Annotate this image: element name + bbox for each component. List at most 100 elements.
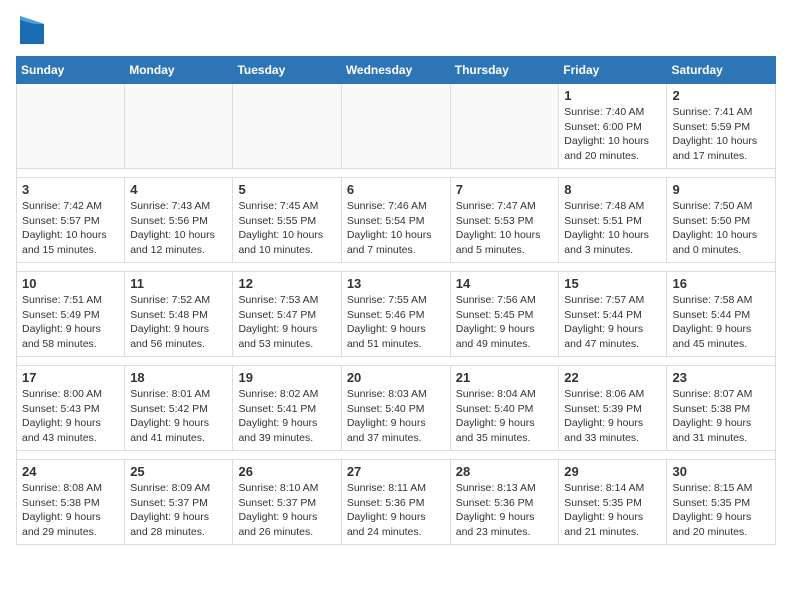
cell-4-5: 29 Sunrise: 8:14 AM Sunset: 5:35 PM Dayli… bbox=[559, 460, 667, 545]
day-info-27: Sunrise: 8:11 AM Sunset: 5:36 PM Dayligh… bbox=[347, 481, 445, 540]
week-row-0: 1 Sunrise: 7:40 AM Sunset: 6:00 PM Daylig… bbox=[17, 84, 776, 169]
day-number-5: 5 bbox=[238, 182, 335, 197]
spacer-cell bbox=[17, 263, 776, 272]
cell-0-5: 1 Sunrise: 7:40 AM Sunset: 6:00 PM Daylig… bbox=[559, 84, 667, 169]
cell-3-2: 19Sunrise: 8:02 AM Sunset: 5:41 PM Dayli… bbox=[233, 366, 341, 451]
cell-1-3: 6 Sunrise: 7:46 AM Sunset: 5:54 PM Daylig… bbox=[341, 178, 450, 263]
cell-4-1: 25Sunrise: 8:09 AM Sunset: 5:37 PM Dayli… bbox=[125, 460, 233, 545]
day-info-10: Sunrise: 7:51 AM Sunset: 5:49 PM Dayligh… bbox=[22, 293, 119, 352]
day-number-7: 7 bbox=[456, 182, 554, 197]
day-number-8: 8 bbox=[564, 182, 661, 197]
col-monday: Monday bbox=[125, 57, 233, 84]
cell-1-0: 3 Sunrise: 7:42 AM Sunset: 5:57 PM Daylig… bbox=[17, 178, 125, 263]
cell-2-5: 15Sunrise: 7:57 AM Sunset: 5:44 PM Dayli… bbox=[559, 272, 667, 357]
col-thursday: Thursday bbox=[450, 57, 559, 84]
cell-2-4: 14 Sunrise: 7:56 AM Sunset: 5:45 PM Dayli… bbox=[450, 272, 559, 357]
day-number-27: 27 bbox=[347, 464, 445, 479]
day-number-3: 3 bbox=[22, 182, 119, 197]
day-info-3: Sunrise: 7:42 AM Sunset: 5:57 PM Dayligh… bbox=[22, 199, 119, 258]
cell-0-3 bbox=[341, 84, 450, 169]
day-info-13: Sunrise: 7:55 AM Sunset: 5:46 PM Dayligh… bbox=[347, 293, 445, 352]
day-number-18: 18 bbox=[130, 370, 227, 385]
spacer-row-0 bbox=[17, 169, 776, 178]
week-row-3: 17Sunrise: 8:00 AM Sunset: 5:43 PM Dayli… bbox=[17, 366, 776, 451]
day-number-12: 12 bbox=[238, 276, 335, 291]
cell-1-6: 9 Sunrise: 7:50 AM Sunset: 5:50 PM Daylig… bbox=[667, 178, 776, 263]
day-info-20: Sunrise: 8:03 AM Sunset: 5:40 PM Dayligh… bbox=[347, 387, 445, 446]
col-friday: Friday bbox=[559, 57, 667, 84]
cell-2-2: 12 Sunrise: 7:53 AM Sunset: 5:47 PM Dayli… bbox=[233, 272, 341, 357]
col-saturday: Saturday bbox=[667, 57, 776, 84]
day-number-2: 2 bbox=[672, 88, 770, 103]
day-info-11: Sunrise: 7:52 AM Sunset: 5:48 PM Dayligh… bbox=[130, 293, 227, 352]
day-number-28: 28 bbox=[456, 464, 554, 479]
day-info-19: Sunrise: 8:02 AM Sunset: 5:41 PM Dayligh… bbox=[238, 387, 335, 446]
week-row-4: 24Sunrise: 8:08 AM Sunset: 5:38 PM Dayli… bbox=[17, 460, 776, 545]
cell-4-2: 26 Sunrise: 8:10 AM Sunset: 5:37 PM Dayli… bbox=[233, 460, 341, 545]
day-number-22: 22 bbox=[564, 370, 661, 385]
day-number-10: 10 bbox=[22, 276, 119, 291]
day-info-24: Sunrise: 8:08 AM Sunset: 5:38 PM Dayligh… bbox=[22, 481, 119, 540]
cell-4-4: 28 Sunrise: 8:13 AM Sunset: 5:36 PM Dayli… bbox=[450, 460, 559, 545]
cell-3-0: 17Sunrise: 8:00 AM Sunset: 5:43 PM Dayli… bbox=[17, 366, 125, 451]
day-info-6: Sunrise: 7:46 AM Sunset: 5:54 PM Dayligh… bbox=[347, 199, 445, 258]
logo bbox=[16, 16, 44, 44]
day-number-1: 1 bbox=[564, 88, 661, 103]
day-info-1: Sunrise: 7:40 AM Sunset: 6:00 PM Dayligh… bbox=[564, 105, 661, 164]
day-info-23: Sunrise: 8:07 AM Sunset: 5:38 PM Dayligh… bbox=[672, 387, 770, 446]
cell-3-4: 21Sunrise: 8:04 AM Sunset: 5:40 PM Dayli… bbox=[450, 366, 559, 451]
day-number-29: 29 bbox=[564, 464, 661, 479]
day-info-7: Sunrise: 7:47 AM Sunset: 5:53 PM Dayligh… bbox=[456, 199, 554, 258]
cell-1-4: 7 Sunrise: 7:47 AM Sunset: 5:53 PM Daylig… bbox=[450, 178, 559, 263]
cell-2-0: 10 Sunrise: 7:51 AM Sunset: 5:49 PM Dayli… bbox=[17, 272, 125, 357]
cell-4-6: 30Sunrise: 8:15 AM Sunset: 5:35 PM Dayli… bbox=[667, 460, 776, 545]
cell-2-3: 13 Sunrise: 7:55 AM Sunset: 5:46 PM Dayli… bbox=[341, 272, 450, 357]
day-info-14: Sunrise: 7:56 AM Sunset: 5:45 PM Dayligh… bbox=[456, 293, 554, 352]
spacer-row-2 bbox=[17, 357, 776, 366]
day-info-5: Sunrise: 7:45 AM Sunset: 5:55 PM Dayligh… bbox=[238, 199, 335, 258]
cell-2-1: 11 Sunrise: 7:52 AM Sunset: 5:48 PM Dayli… bbox=[125, 272, 233, 357]
day-number-21: 21 bbox=[456, 370, 554, 385]
col-tuesday: Tuesday bbox=[233, 57, 341, 84]
cell-0-0 bbox=[17, 84, 125, 169]
spacer-row-3 bbox=[17, 451, 776, 460]
cell-0-6: 2 Sunrise: 7:41 AM Sunset: 5:59 PM Daylig… bbox=[667, 84, 776, 169]
col-sunday: Sunday bbox=[17, 57, 125, 84]
day-info-28: Sunrise: 8:13 AM Sunset: 5:36 PM Dayligh… bbox=[456, 481, 554, 540]
week-row-1: 3 Sunrise: 7:42 AM Sunset: 5:57 PM Daylig… bbox=[17, 178, 776, 263]
spacer-cell bbox=[17, 451, 776, 460]
day-number-6: 6 bbox=[347, 182, 445, 197]
day-number-13: 13 bbox=[347, 276, 445, 291]
day-number-11: 11 bbox=[130, 276, 227, 291]
day-info-15: Sunrise: 7:57 AM Sunset: 5:44 PM Dayligh… bbox=[564, 293, 661, 352]
day-info-8: Sunrise: 7:48 AM Sunset: 5:51 PM Dayligh… bbox=[564, 199, 661, 258]
day-number-23: 23 bbox=[672, 370, 770, 385]
cell-0-1 bbox=[125, 84, 233, 169]
cell-1-5: 8 Sunrise: 7:48 AM Sunset: 5:51 PM Daylig… bbox=[559, 178, 667, 263]
spacer-cell bbox=[17, 357, 776, 366]
cell-0-2 bbox=[233, 84, 341, 169]
cell-2-6: 16Sunrise: 7:58 AM Sunset: 5:44 PM Dayli… bbox=[667, 272, 776, 357]
cell-4-0: 24Sunrise: 8:08 AM Sunset: 5:38 PM Dayli… bbox=[17, 460, 125, 545]
day-number-26: 26 bbox=[238, 464, 335, 479]
day-info-18: Sunrise: 8:01 AM Sunset: 5:42 PM Dayligh… bbox=[130, 387, 227, 446]
day-info-30: Sunrise: 8:15 AM Sunset: 5:35 PM Dayligh… bbox=[672, 481, 770, 540]
day-number-20: 20 bbox=[347, 370, 445, 385]
day-info-26: Sunrise: 8:10 AM Sunset: 5:37 PM Dayligh… bbox=[238, 481, 335, 540]
day-info-16: Sunrise: 7:58 AM Sunset: 5:44 PM Dayligh… bbox=[672, 293, 770, 352]
day-info-29: Sunrise: 8:14 AM Sunset: 5:35 PM Dayligh… bbox=[564, 481, 661, 540]
day-number-9: 9 bbox=[672, 182, 770, 197]
header bbox=[16, 16, 776, 44]
cell-1-2: 5 Sunrise: 7:45 AM Sunset: 5:55 PM Daylig… bbox=[233, 178, 341, 263]
cell-1-1: 4Sunrise: 7:43 AM Sunset: 5:56 PM Daylig… bbox=[125, 178, 233, 263]
day-info-9: Sunrise: 7:50 AM Sunset: 5:50 PM Dayligh… bbox=[672, 199, 770, 258]
cell-3-1: 18 Sunrise: 8:01 AM Sunset: 5:42 PM Dayli… bbox=[125, 366, 233, 451]
cell-3-6: 23 Sunrise: 8:07 AM Sunset: 5:38 PM Dayli… bbox=[667, 366, 776, 451]
day-number-14: 14 bbox=[456, 276, 554, 291]
spacer-cell bbox=[17, 169, 776, 178]
day-info-12: Sunrise: 7:53 AM Sunset: 5:47 PM Dayligh… bbox=[238, 293, 335, 352]
day-info-25: Sunrise: 8:09 AM Sunset: 5:37 PM Dayligh… bbox=[130, 481, 227, 540]
logo-icon bbox=[20, 16, 44, 44]
day-info-2: Sunrise: 7:41 AM Sunset: 5:59 PM Dayligh… bbox=[672, 105, 770, 164]
cell-0-4 bbox=[450, 84, 559, 169]
